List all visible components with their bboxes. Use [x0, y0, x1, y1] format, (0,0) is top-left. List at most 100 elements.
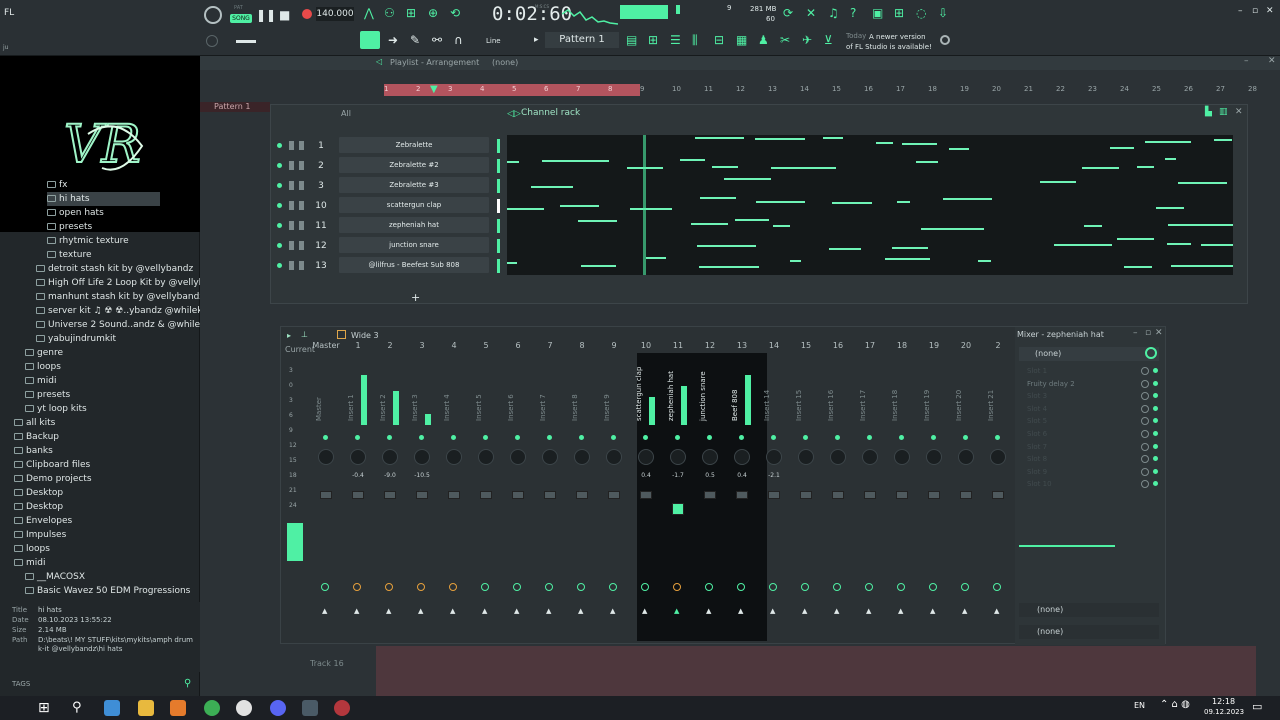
route-knob-icon[interactable]: [897, 583, 905, 591]
channel-piano-roll-preview[interactable]: [507, 135, 1233, 275]
route-knob-icon[interactable]: [449, 583, 457, 591]
metronome-icon[interactable]: [204, 6, 222, 24]
fx-slot-mix-knob[interactable]: [1141, 455, 1149, 464]
route-knob-icon[interactable]: [961, 583, 969, 591]
mixer-volume-fader[interactable]: [544, 491, 556, 499]
browser-tree-item[interactable]: detroit stash kit by @vellybandz: [36, 262, 193, 276]
fx-slot[interactable]: Slot 5: [1027, 415, 1158, 427]
fx-output-select-2[interactable]: (none): [1019, 625, 1159, 639]
step-icon[interactable]: ⊞: [406, 6, 416, 20]
mixer-icon[interactable]: ⫼: [692, 33, 698, 47]
fx-slot[interactable]: Fruity delay 2: [1027, 378, 1158, 390]
route-knob-icon[interactable]: [769, 583, 777, 591]
mixer-pan-knob[interactable]: [702, 449, 718, 465]
mixer-strip-enable[interactable]: [451, 435, 456, 440]
route-knob-icon[interactable]: [545, 583, 553, 591]
master-pitch-knob[interactable]: [206, 35, 218, 47]
mixer-pan-knob[interactable]: [670, 449, 686, 465]
route-knob-icon[interactable]: [737, 583, 745, 591]
fx-slot-enable[interactable]: [1153, 468, 1158, 474]
maximize-icon[interactable]: ▫: [1252, 4, 1258, 18]
channel-name[interactable]: junction snare: [339, 237, 489, 253]
route-knob-icon[interactable]: [417, 583, 425, 591]
main-menu[interactable]: FL: [4, 8, 14, 18]
route-arrow-icon[interactable]: ▲: [674, 607, 679, 615]
mixer-strip-enable[interactable]: [547, 435, 552, 440]
close-icon[interactable]: ✕: [1266, 4, 1274, 18]
playlist-clips[interactable]: [376, 646, 1256, 696]
browser-tree-item[interactable]: __MACOSX: [25, 570, 85, 584]
news-text[interactable]: A newer version of FL Studio is availabl…: [846, 32, 932, 52]
search-taskbar-icon[interactable]: ⚲: [72, 700, 88, 716]
browser-tree-item[interactable]: High Off Life 2 Loop Kit by @vellybandz: [36, 276, 226, 290]
mixer-strip-enable[interactable]: [931, 435, 936, 440]
mixer-volume-fader[interactable]: [480, 491, 492, 499]
channel-number[interactable]: 2: [311, 157, 331, 175]
mixer-volume-fader[interactable]: [800, 491, 812, 499]
browser-tree-item[interactable]: midi: [25, 374, 56, 388]
channel-volume-knob[interactable]: [299, 241, 304, 250]
route-arrow-icon[interactable]: ▲: [930, 607, 935, 615]
browser-icon[interactable]: ⊟: [714, 33, 724, 47]
mixer-strip[interactable]: 4 Insert 4 ▲: [439, 341, 469, 625]
fx-slot[interactable]: Slot 6: [1027, 428, 1158, 440]
route-arrow-icon[interactable]: ▲: [994, 607, 999, 615]
mixer-strip[interactable]: Master Master ▲: [311, 341, 341, 625]
channel-name[interactable]: @lilfrus - Beefest Sub 808: [339, 257, 489, 273]
mixer-strip-enable[interactable]: [643, 435, 648, 440]
mixer-pan-knob[interactable]: [766, 449, 782, 465]
mixer-strip[interactable]: 7 Insert 7 ▲: [535, 341, 565, 625]
fx-slot-enable[interactable]: [1153, 456, 1158, 462]
channel-mute-led[interactable]: [277, 163, 282, 168]
route-arrow-icon[interactable]: ▲: [642, 607, 647, 615]
mixer-strip-enable[interactable]: [675, 435, 680, 440]
channel-name[interactable]: Zebralette #3: [339, 177, 489, 193]
obs-icon[interactable]: [334, 700, 350, 716]
pattern-icon[interactable]: ⋀: [364, 6, 374, 20]
fx-slot-enable[interactable]: [1153, 443, 1158, 449]
mixer-volume-fader[interactable]: [960, 491, 972, 499]
mixer-strip[interactable]: 11 zepheniah hat -1.7 ▲: [663, 341, 693, 625]
windows-start-icon[interactable]: ⊞: [38, 700, 54, 716]
channel-select[interactable]: [497, 259, 500, 273]
magnet-icon[interactable]: ∩: [454, 33, 463, 47]
route-knob-icon[interactable]: [865, 583, 873, 591]
route-arrow-icon[interactable]: ▲: [962, 607, 967, 615]
browser-tree-item[interactable]: Desktop: [14, 500, 63, 514]
browser-tree-item[interactable]: open hats: [47, 206, 104, 220]
fx-input-select[interactable]: (none): [1019, 347, 1159, 361]
playlist-minimize-icon[interactable]: –: [1244, 56, 1249, 66]
channel-volume-knob[interactable]: [299, 161, 304, 170]
playlist-pattern-select[interactable]: (none): [492, 58, 518, 67]
channel-pan-knob[interactable]: [289, 261, 294, 270]
channel-select[interactable]: [497, 199, 500, 213]
fx-slot-enable[interactable]: [1153, 405, 1158, 411]
mixer-strip-enable[interactable]: [323, 435, 328, 440]
notifications-icon[interactable]: ▭: [1252, 700, 1262, 713]
mixer-strip-enable[interactable]: [579, 435, 584, 440]
mixer-pan-knob[interactable]: [958, 449, 974, 465]
channel-mute-led[interactable]: [277, 243, 282, 248]
tempo-display[interactable]: 140.000: [316, 7, 354, 21]
fx-minimize-icon[interactable]: –: [1133, 328, 1138, 338]
browser-tree-item[interactable]: Desktop: [14, 486, 63, 500]
browser-tree-item[interactable]: hi hats: [47, 192, 160, 206]
mixer-strip-enable[interactable]: [515, 435, 520, 440]
mixer-pan-knob[interactable]: [510, 449, 526, 465]
route-knob-icon[interactable]: [801, 583, 809, 591]
route-knob-icon[interactable]: [353, 583, 361, 591]
pause-icon[interactable]: ❚❚: [256, 8, 276, 22]
playlist-ruler[interactable]: 1 2 3 4 5 6 7 8 9 10 11 12 13 14 15 16 17 18 19 20 21 22 23 24 2…: [384, 84, 1257, 96]
countdown-icon[interactable]: ⟲: [450, 6, 460, 20]
master-volume-bar[interactable]: [236, 40, 256, 43]
mixer-strip-enable[interactable]: [707, 435, 712, 440]
channel-name[interactable]: zepheniah hat: [339, 217, 489, 233]
route-arrow-icon[interactable]: ▲: [546, 607, 551, 615]
explorer-icon[interactable]: [138, 700, 154, 716]
channel-pan-knob[interactable]: [289, 241, 294, 250]
mixer-volume-fader[interactable]: [640, 491, 652, 499]
chat-icon[interactable]: ◌: [916, 6, 926, 20]
fx-maximize-icon[interactable]: ▫: [1145, 328, 1151, 338]
route-knob-icon[interactable]: [481, 583, 489, 591]
browser-tree-item[interactable]: rhytmic texture: [47, 234, 129, 248]
